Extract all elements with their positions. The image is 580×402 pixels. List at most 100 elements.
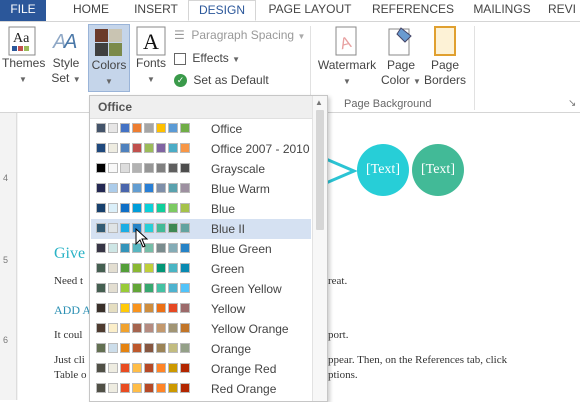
color-swatch bbox=[120, 343, 130, 353]
scrollbar-thumb[interactable] bbox=[316, 110, 324, 230]
color-swatch bbox=[168, 383, 178, 393]
theme-color-option[interactable]: Red Orange bbox=[91, 379, 311, 399]
theme-color-name: Office bbox=[211, 122, 243, 136]
set-as-default-button[interactable]: ✓ Set as Default bbox=[174, 73, 294, 88]
dropdown-scrollbar[interactable]: ▲ bbox=[312, 96, 327, 401]
theme-color-option[interactable]: Grayscale bbox=[91, 159, 311, 179]
smartart-text: [Text] bbox=[365, 162, 400, 177]
color-swatch bbox=[144, 303, 154, 313]
tab-home[interactable]: HOME bbox=[62, 0, 120, 21]
theme-color-option[interactable]: Office bbox=[91, 119, 311, 139]
paragraph-spacing-icon: ☰ bbox=[174, 28, 185, 42]
color-swatch bbox=[96, 203, 106, 213]
color-swatch bbox=[168, 163, 178, 173]
tab-page-layout[interactable]: PAGE LAYOUT bbox=[262, 0, 358, 21]
color-swatch bbox=[144, 123, 154, 133]
color-swatch bbox=[168, 123, 178, 133]
color-swatch bbox=[132, 323, 142, 333]
theme-color-option[interactable]: Yellow bbox=[91, 299, 311, 319]
color-swatch bbox=[180, 383, 190, 393]
color-swatch-strip bbox=[96, 203, 192, 215]
theme-color-option[interactable]: Orange bbox=[91, 339, 311, 359]
color-swatch bbox=[120, 203, 130, 213]
color-swatch bbox=[156, 123, 166, 133]
dialog-launcher-icon[interactable]: ↘ bbox=[568, 98, 576, 109]
svg-text:A: A bbox=[63, 31, 77, 53]
tab-insert[interactable]: INSERT bbox=[126, 0, 186, 21]
color-swatch bbox=[144, 323, 154, 333]
smartart-circle[interactable]: [Text] bbox=[412, 144, 464, 196]
scroll-up-icon[interactable]: ▲ bbox=[315, 98, 323, 107]
watermark-button[interactable]: A Watermark ▼ bbox=[316, 26, 378, 87]
color-swatch bbox=[144, 183, 154, 193]
color-swatch bbox=[180, 223, 190, 233]
chevron-down-icon: ▼ bbox=[232, 55, 241, 64]
color-swatch-strip bbox=[96, 143, 192, 155]
color-swatch bbox=[144, 383, 154, 393]
color-swatch bbox=[156, 223, 166, 233]
color-swatch bbox=[168, 363, 178, 373]
tab-design[interactable]: DESIGN bbox=[188, 0, 256, 21]
effects-button[interactable]: Effects ▼ bbox=[174, 51, 274, 65]
color-swatch-strip bbox=[96, 363, 192, 375]
color-swatch bbox=[120, 363, 130, 373]
tab-references[interactable]: REFERENCES bbox=[368, 0, 458, 21]
theme-color-name: Orange Red bbox=[211, 362, 277, 376]
tab-review[interactable]: REVI bbox=[548, 0, 580, 21]
tab-file[interactable]: FILE bbox=[0, 0, 46, 21]
themes-button[interactable]: Aa Themes ▼ bbox=[2, 26, 45, 85]
mouse-cursor-icon bbox=[135, 228, 149, 248]
color-swatch bbox=[96, 143, 106, 153]
color-swatch bbox=[96, 323, 106, 333]
body-text: Need t bbox=[54, 275, 84, 287]
group-label-page-background: Page Background bbox=[344, 98, 432, 110]
paragraph-spacing-button[interactable]: ☰ Paragraph Spacing ▼ bbox=[174, 28, 314, 42]
color-swatch bbox=[180, 183, 190, 193]
style-set-button[interactable]: AA Style Set ▼ bbox=[46, 26, 86, 87]
theme-color-option[interactable]: Green bbox=[91, 259, 311, 279]
body-text: ppear. Then, on the References tab, clic… bbox=[328, 354, 508, 366]
color-swatch-strip bbox=[96, 303, 192, 315]
color-swatch bbox=[156, 263, 166, 273]
color-swatch bbox=[96, 303, 106, 313]
color-swatch bbox=[156, 183, 166, 193]
body-text: Table o bbox=[54, 369, 87, 381]
color-swatch bbox=[120, 163, 130, 173]
theme-color-option[interactable]: Office 2007 - 2010 bbox=[91, 139, 311, 159]
page-borders-label-1: Page bbox=[430, 58, 460, 72]
color-swatch bbox=[180, 363, 190, 373]
smartart-text: [Text] bbox=[420, 162, 455, 177]
colors-button[interactable]: Colors ▼ bbox=[88, 24, 130, 92]
color-swatch bbox=[120, 263, 130, 273]
color-swatch bbox=[96, 283, 106, 293]
theme-color-option[interactable]: Blue Warm bbox=[91, 179, 311, 199]
color-swatch bbox=[168, 323, 178, 333]
fonts-button[interactable]: A Fonts ▼ bbox=[132, 26, 170, 85]
color-swatch bbox=[156, 283, 166, 293]
color-swatch bbox=[180, 303, 190, 313]
theme-color-option[interactable]: Green Yellow bbox=[91, 279, 311, 299]
ruler-number: 6 bbox=[3, 335, 9, 345]
smartart-circle[interactable]: [Text] bbox=[357, 144, 409, 196]
body-text: port. bbox=[328, 329, 349, 341]
color-swatch bbox=[108, 323, 118, 333]
ruler-number: 5 bbox=[3, 255, 9, 265]
theme-color-option[interactable]: Blue Green bbox=[91, 239, 311, 259]
page-borders-button[interactable]: Page Borders bbox=[422, 26, 468, 88]
color-swatch bbox=[156, 363, 166, 373]
color-swatch bbox=[168, 303, 178, 313]
theme-color-option[interactable]: Blue bbox=[91, 199, 311, 219]
set-as-default-label: Set as Default bbox=[193, 73, 269, 87]
theme-color-option[interactable]: Orange Red bbox=[91, 359, 311, 379]
effects-label: Effects bbox=[192, 51, 229, 65]
theme-color-option[interactable]: Blue II bbox=[91, 219, 311, 239]
ruler-number: 4 bbox=[3, 173, 9, 183]
tab-mailings[interactable]: MAILINGS bbox=[466, 0, 538, 21]
chevron-down-icon: ▼ bbox=[19, 75, 27, 84]
color-swatch bbox=[168, 343, 178, 353]
page-color-button[interactable]: Page Color ▼ bbox=[380, 26, 422, 89]
theme-color-option[interactable]: Yellow Orange bbox=[91, 319, 311, 339]
page-borders-icon bbox=[432, 26, 458, 58]
page-color-label-1: Page bbox=[386, 58, 416, 72]
chevron-down-icon: ▼ bbox=[343, 77, 351, 86]
